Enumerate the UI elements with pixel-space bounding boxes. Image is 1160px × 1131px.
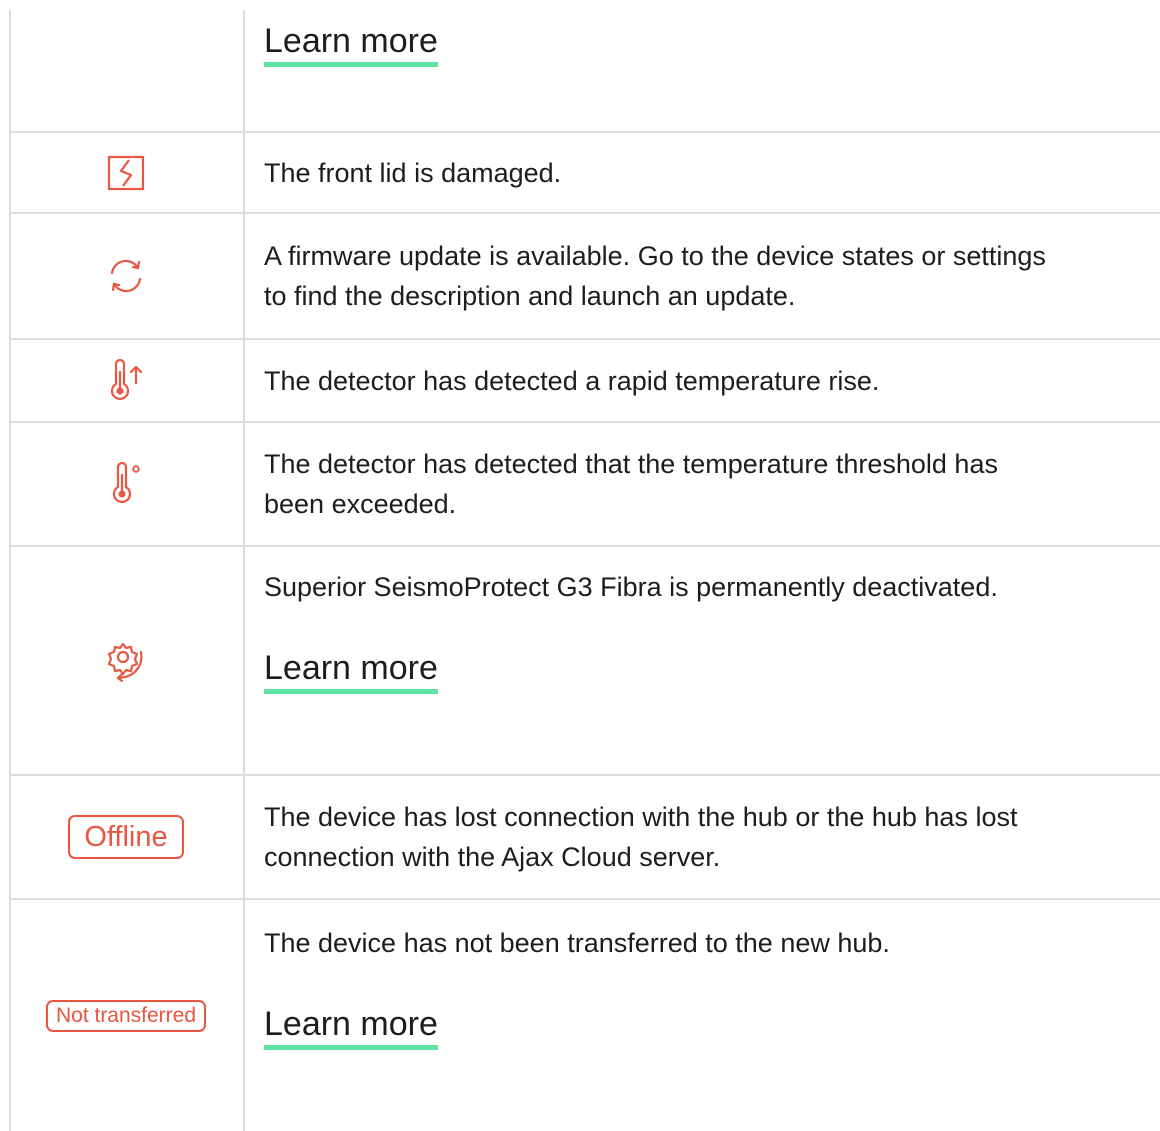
- table-row: Offline The device has lost connection w…: [9, 776, 1160, 900]
- icon-cell: [9, 133, 243, 212]
- learn-more-link[interactable]: Learn more: [264, 22, 438, 67]
- learn-more-link[interactable]: Learn more: [264, 649, 438, 694]
- table-row: The front lid is damaged.: [9, 133, 1160, 214]
- icon-cell: [9, 423, 243, 545]
- status-description-line: The device has lost connection with the …: [264, 802, 1018, 832]
- damaged-lid-icon: [107, 155, 145, 191]
- icon-cell: Offline: [9, 776, 243, 898]
- temperature-rise-icon: [106, 358, 146, 403]
- status-description: The device has not been transferred to t…: [264, 928, 890, 958]
- status-description: The detector has detected a rapid temper…: [264, 365, 880, 396]
- learn-more-link[interactable]: Learn more: [264, 1005, 438, 1050]
- status-description-line: The detector has detected that the tempe…: [264, 449, 998, 479]
- status-description-line: connection with the Ajax Cloud server.: [264, 842, 721, 872]
- status-description-line: been exceeded.: [264, 489, 457, 519]
- temperature-threshold-icon: [106, 462, 146, 506]
- not-transferred-badge: Not transferred: [45, 999, 207, 1032]
- permanently-deactivated-icon: [105, 640, 147, 682]
- table-row: The detector has detected that the tempe…: [9, 423, 1160, 547]
- icon-cell: Not transferred: [9, 900, 243, 1131]
- icon-cell: [9, 547, 243, 774]
- status-description: Superior SeismoProtect G3 Fibra is perma…: [264, 572, 998, 602]
- icon-cell: [9, 340, 243, 421]
- table-row: Superior SeismoProtect G3 Fibra is perma…: [9, 547, 1160, 776]
- table-row: The detector has detected a rapid temper…: [9, 340, 1160, 423]
- status-description-line: to find the description and launch an up…: [264, 281, 796, 311]
- table-row: Not transferred The device has not been …: [9, 900, 1160, 1131]
- status-description: The front lid is damaged.: [264, 157, 562, 188]
- status-description-line: A firmware update is available. Go to th…: [264, 241, 1046, 271]
- device-status-table: Learn more The front lid is damaged. A f…: [0, 0, 1160, 1131]
- table-row: Learn more: [9, 0, 1160, 133]
- icon-cell: [9, 214, 243, 338]
- firmware-update-icon: [106, 256, 146, 296]
- table-row: A firmware update is available. Go to th…: [9, 214, 1160, 340]
- offline-badge: Offline: [68, 815, 184, 859]
